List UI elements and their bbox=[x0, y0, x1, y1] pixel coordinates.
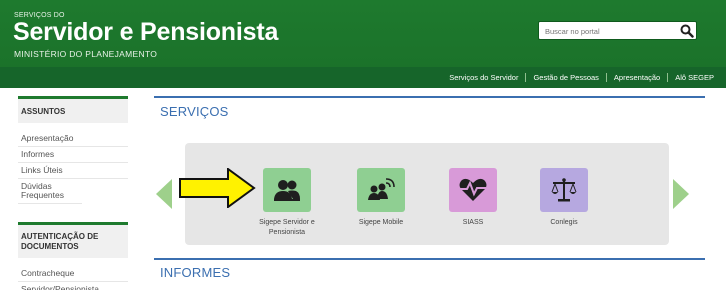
nav-servicos-do-servidor[interactable]: Serviços do Servidor bbox=[442, 73, 527, 82]
service-conlegis[interactable]: Conlegis bbox=[519, 168, 609, 228]
sidebar-assuntos-list: Apresentação Informes Links Úteis Dúvida… bbox=[18, 131, 128, 204]
nav-gestao-de-pessoas[interactable]: Gestão de Pessoas bbox=[526, 73, 607, 82]
servicos-title: SERVIÇOS bbox=[160, 104, 229, 119]
users-icon[interactable] bbox=[263, 168, 311, 212]
service-sigepe-mobile[interactable]: Sigepe Mobile bbox=[336, 168, 426, 228]
sidebar-item-apresentacao[interactable]: Apresentação bbox=[18, 131, 128, 147]
carousel-next-arrow[interactable] bbox=[673, 179, 689, 209]
informes-title: INFORMES bbox=[160, 265, 231, 280]
site-title[interactable]: Servidor e Pensionista bbox=[13, 18, 278, 47]
sidebar-item-informes[interactable]: Informes bbox=[18, 147, 128, 163]
service-label: Conlegis bbox=[550, 219, 578, 226]
top-nav: Serviços do Servidor Gestão de Pessoas A… bbox=[442, 73, 714, 82]
top-nav-bar: Serviços do Servidor Gestão de Pessoas A… bbox=[0, 67, 726, 88]
page: SERVIÇOS DO Servidor e Pensionista MINIS… bbox=[0, 0, 726, 290]
sidebar-item-contracheque[interactable]: Contracheque bbox=[18, 266, 128, 282]
nav-alo-segep[interactable]: Alô SEGEP bbox=[668, 73, 714, 82]
heart-pulse-icon[interactable] bbox=[449, 168, 497, 212]
sidebar-item-servidor-pensionista[interactable]: Servidor/Pensionista bbox=[18, 282, 128, 290]
informes-section: INFORMES bbox=[154, 258, 705, 290]
site-header: SERVIÇOS DO Servidor e Pensionista MINIS… bbox=[0, 0, 726, 88]
scales-icon[interactable] bbox=[540, 168, 588, 212]
search-box bbox=[538, 21, 697, 40]
site-subtitle: MINISTÉRIO DO PLANEJAMENTO bbox=[14, 49, 158, 59]
servicos-section: SERVIÇOS bbox=[154, 96, 705, 132]
sidebar-assuntos-title: ASSUNTOS bbox=[21, 107, 66, 116]
sidebar-auth-header: AUTENTICAÇÃO DE DOCUMENTOS bbox=[18, 222, 128, 258]
sidebar: ASSUNTOS Apresentação Informes Links Úte… bbox=[18, 96, 128, 290]
sidebar-item-duvidas-frequentes[interactable]: Dúvidas Frequentes bbox=[18, 179, 82, 204]
sidebar-auth-title: AUTENTICAÇÃO DE DOCUMENTOS bbox=[21, 232, 99, 251]
carousel-prev-arrow[interactable] bbox=[156, 179, 172, 209]
pointer-arrow-icon bbox=[179, 168, 256, 208]
sidebar-assuntos-header: ASSUNTOS bbox=[18, 96, 128, 123]
service-label: Sigepe Servidor e Pensionista bbox=[259, 219, 315, 236]
service-label: SIASS bbox=[462, 219, 484, 226]
sidebar-auth-list: Contracheque Servidor/Pensionista bbox=[18, 266, 128, 290]
service-label: Sigepe Mobile bbox=[358, 219, 404, 226]
search-input[interactable] bbox=[545, 25, 675, 38]
service-siass[interactable]: SIASS bbox=[428, 168, 518, 228]
search-icon[interactable] bbox=[680, 24, 694, 38]
mobile-users-icon[interactable] bbox=[357, 168, 405, 212]
sidebar-item-links-uteis[interactable]: Links Úteis bbox=[18, 163, 128, 179]
nav-apresentacao[interactable]: Apresentação bbox=[607, 73, 669, 82]
